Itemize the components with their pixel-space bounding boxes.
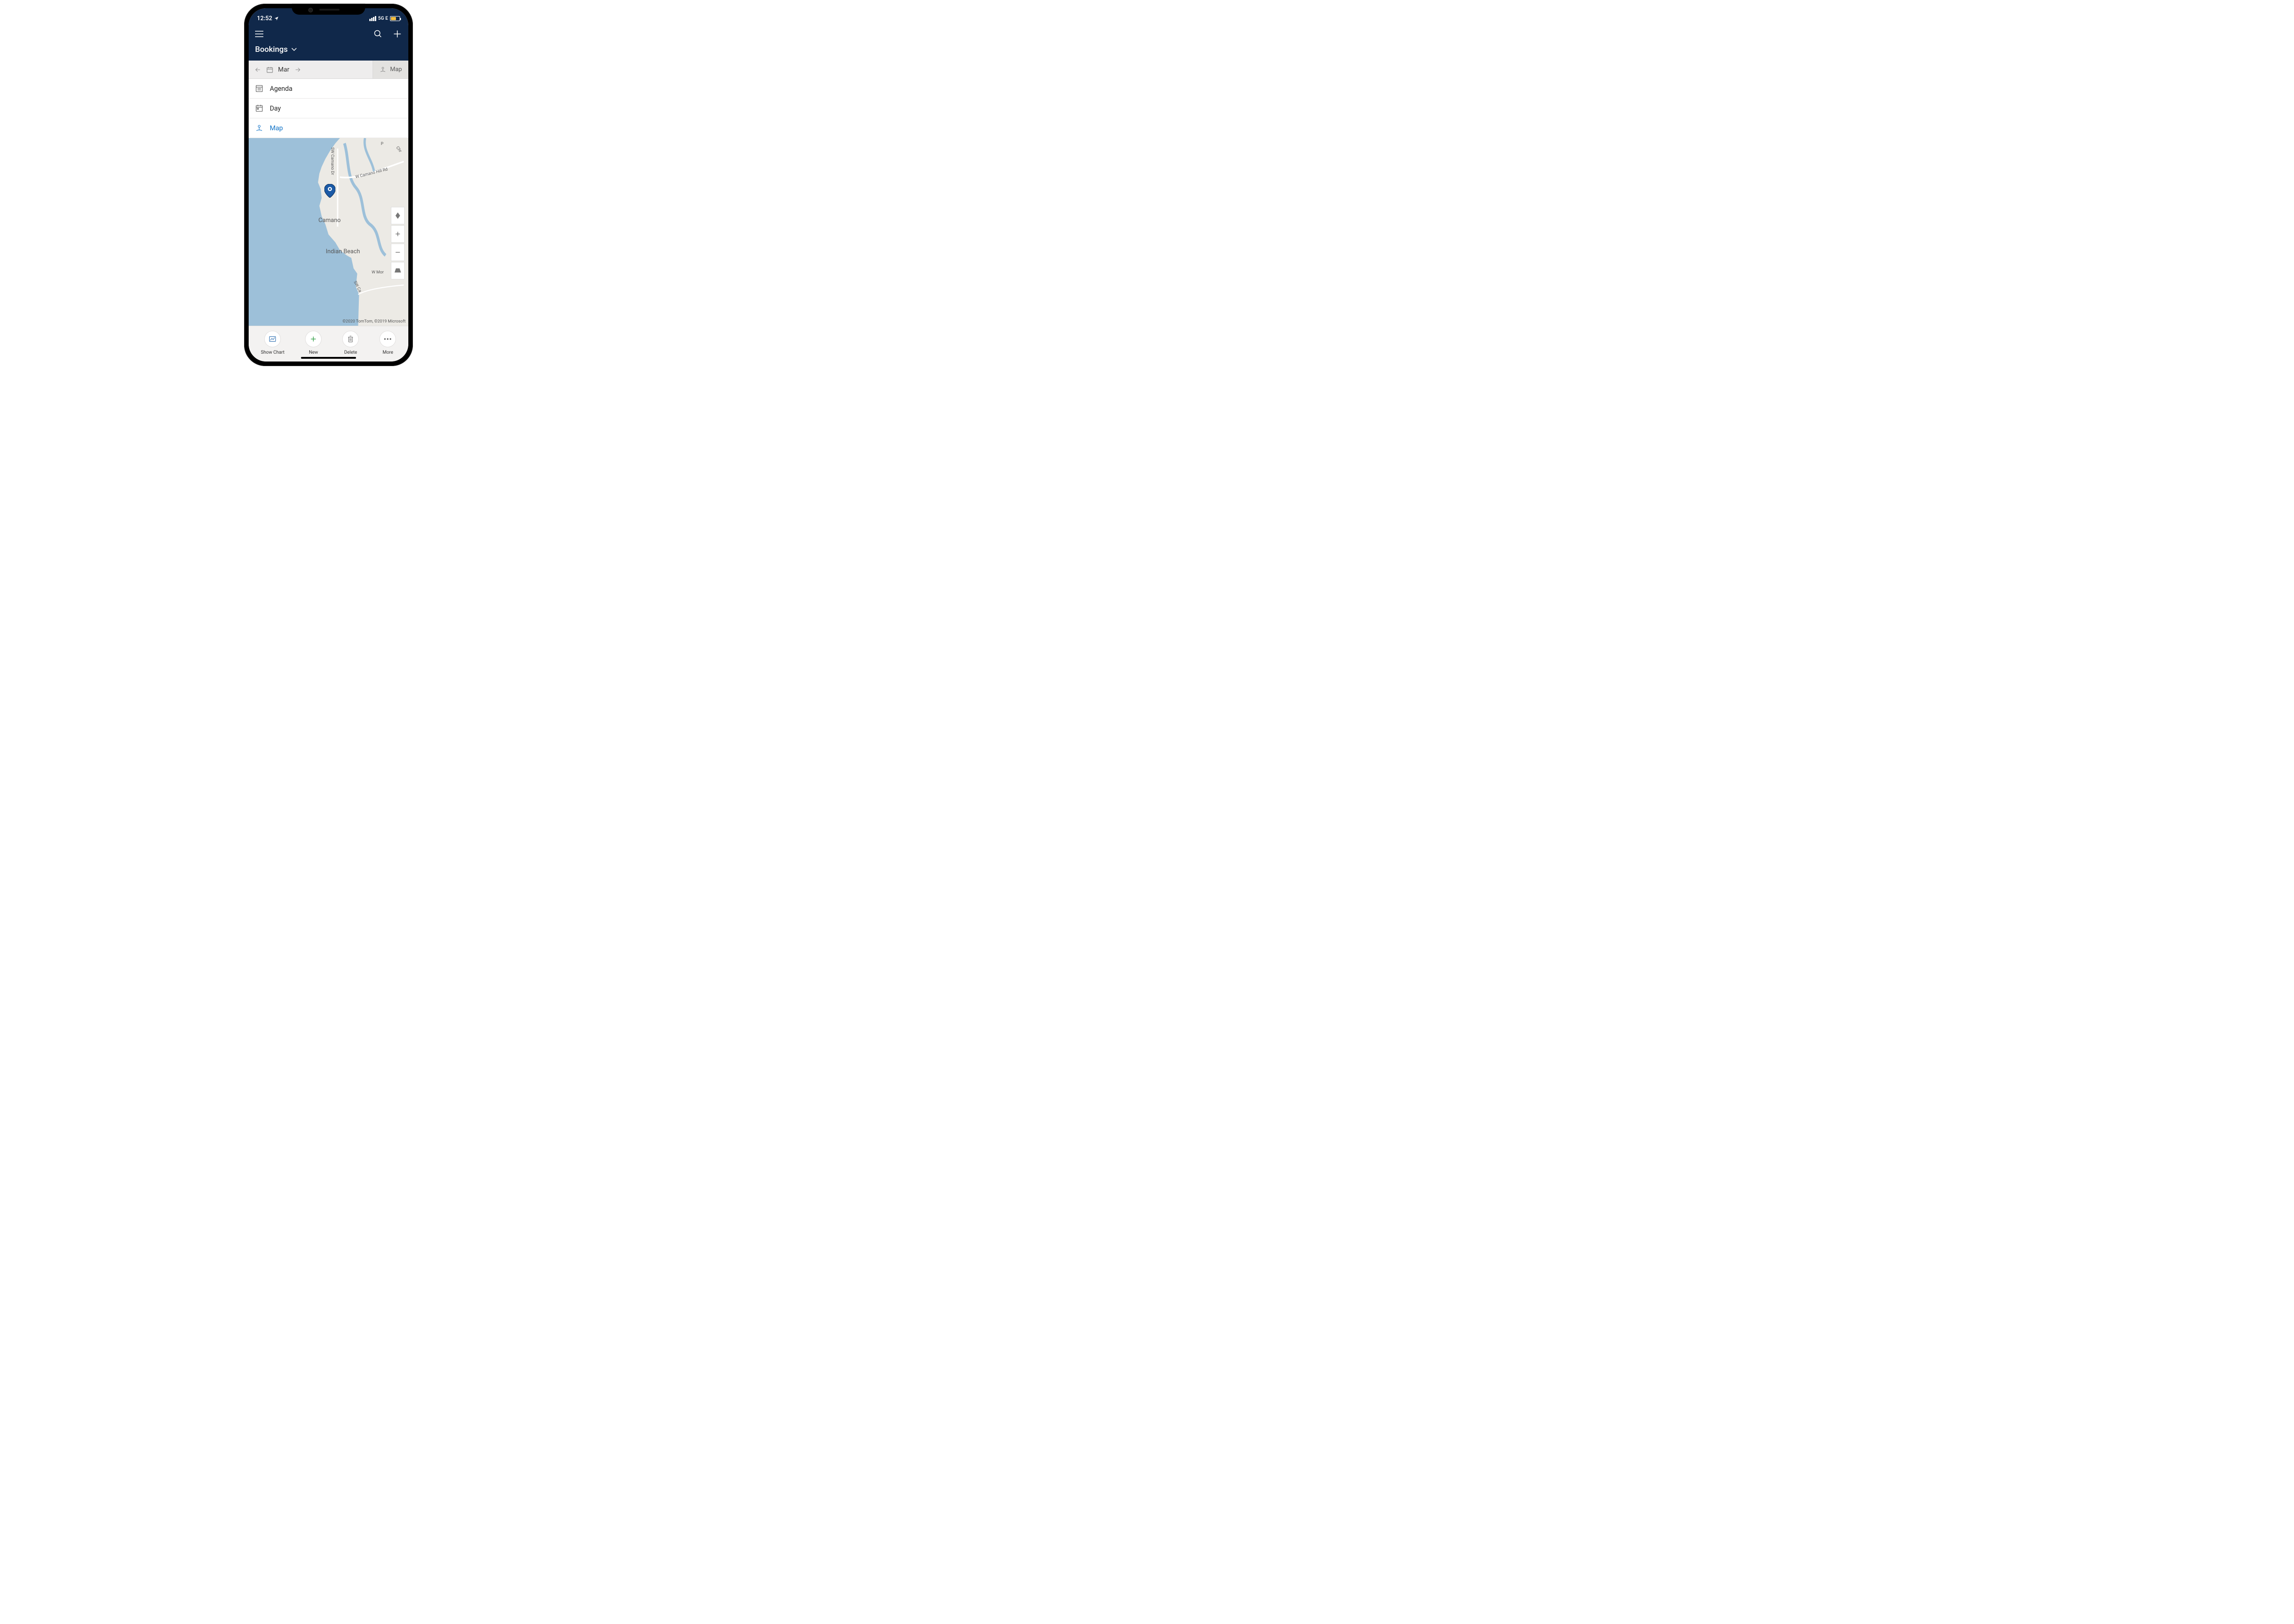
prev-month-button[interactable] bbox=[254, 67, 262, 73]
location-arrow-icon bbox=[274, 16, 279, 21]
map-pin-small-icon bbox=[379, 66, 386, 73]
map-locate-button[interactable] bbox=[391, 207, 405, 224]
command-show-chart[interactable]: Show Chart bbox=[261, 331, 285, 355]
status-time: 12:52 bbox=[257, 15, 272, 22]
road-label: SW Camano Dr bbox=[330, 147, 334, 175]
add-button[interactable] bbox=[393, 29, 402, 39]
signal-icon bbox=[369, 16, 376, 21]
command-more[interactable]: More bbox=[379, 331, 396, 355]
map-pin[interactable] bbox=[324, 184, 335, 198]
page-title-dropdown[interactable]: Bookings bbox=[249, 43, 408, 61]
view-option-day[interactable]: Day bbox=[249, 99, 408, 118]
view-option-label: Map bbox=[270, 124, 283, 132]
map-tilt-button[interactable] bbox=[391, 262, 405, 279]
month-label[interactable]: Mar bbox=[278, 66, 290, 73]
chevron-down-icon bbox=[291, 48, 297, 51]
next-month-button[interactable] bbox=[294, 67, 301, 73]
map-attribution: ©2020 TomTom, ©2019 Microsoft bbox=[342, 319, 406, 324]
locate-diamond-icon bbox=[395, 212, 401, 219]
plus-icon bbox=[310, 335, 317, 343]
search-button[interactable] bbox=[373, 29, 383, 39]
place-label: Camano bbox=[318, 217, 341, 224]
view-option-label: Day bbox=[270, 105, 281, 112]
map-icon bbox=[255, 124, 263, 132]
more-dots-icon bbox=[384, 338, 392, 340]
command-bar: Show Chart New Delete More bbox=[249, 326, 408, 362]
road-label: P bbox=[381, 142, 384, 146]
command-new[interactable]: New bbox=[305, 331, 322, 355]
day-icon bbox=[255, 104, 263, 112]
command-label: More bbox=[383, 350, 393, 355]
phone-frame: 12:52 5G E bbox=[244, 4, 413, 366]
map-land-shape bbox=[249, 138, 408, 326]
road-label: W Mor bbox=[372, 270, 384, 275]
arrow-left-icon bbox=[254, 67, 262, 73]
trash-icon bbox=[347, 335, 354, 343]
perspective-icon bbox=[395, 268, 401, 273]
app-header: 12:52 5G E bbox=[249, 8, 408, 61]
network-label: 5G E bbox=[378, 16, 388, 21]
view-option-label: Agenda bbox=[270, 85, 292, 93]
home-indicator[interactable] bbox=[301, 357, 356, 359]
command-label: Delete bbox=[344, 350, 357, 355]
plus-icon bbox=[395, 231, 401, 237]
battery-icon bbox=[390, 16, 400, 21]
month-nav-bar: Mar Map bbox=[249, 61, 408, 79]
phone-screen: 12:52 5G E bbox=[249, 8, 408, 362]
minus-icon bbox=[395, 249, 401, 256]
chart-icon bbox=[269, 336, 276, 342]
map-zoom-out-button[interactable] bbox=[391, 244, 405, 261]
command-label: Show Chart bbox=[261, 350, 285, 355]
command-delete[interactable]: Delete bbox=[342, 331, 359, 355]
map-zoom-in-button[interactable] bbox=[391, 225, 405, 243]
search-icon bbox=[373, 29, 383, 39]
phone-notch bbox=[292, 4, 365, 15]
top-toolbar bbox=[249, 26, 408, 43]
calendar-icon bbox=[266, 66, 273, 73]
map-toggle-label: Map bbox=[390, 66, 402, 73]
view-mode-list: Agenda Day Map bbox=[249, 79, 408, 138]
hamburger-icon bbox=[255, 31, 264, 37]
map-toggle-button[interactable]: Map bbox=[373, 61, 408, 78]
view-option-map[interactable]: Map bbox=[249, 118, 408, 138]
hamburger-menu-button[interactable] bbox=[255, 31, 264, 37]
command-label: New bbox=[309, 350, 318, 355]
plus-icon bbox=[393, 29, 402, 39]
agenda-icon bbox=[255, 84, 263, 93]
view-option-agenda[interactable]: Agenda bbox=[249, 79, 408, 99]
map-pin-icon bbox=[324, 184, 335, 198]
page-title: Bookings bbox=[255, 45, 288, 54]
map-controls bbox=[391, 207, 405, 280]
arrow-right-icon bbox=[294, 67, 301, 73]
map-view[interactable]: SW Camano Dr W Camano Hill Rd Chr P W Mo… bbox=[249, 138, 408, 326]
place-label: Indian Beach bbox=[326, 248, 360, 255]
